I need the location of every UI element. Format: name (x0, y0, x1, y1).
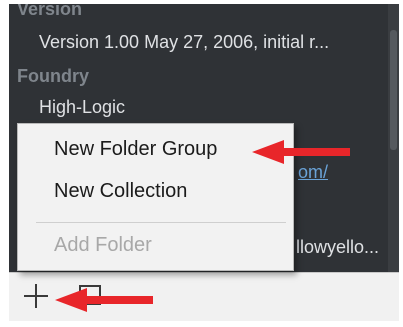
menu-item-add-folder: Add Folder (54, 234, 152, 256)
annotation-arrow-add-button (55, 288, 153, 312)
scroll-thumb[interactable] (390, 30, 397, 150)
menu-separator (36, 222, 286, 223)
version-label: Version (17, 4, 83, 19)
menu-item-new-folder-group[interactable]: New Folder Group (54, 138, 217, 161)
annotation-arrow-menu (252, 140, 350, 164)
version-value: Version 1.00 May 27, 2006, initial r... (39, 32, 330, 52)
menu-item-new-collection[interactable]: New Collection (54, 180, 187, 203)
foundry-label: Foundry (17, 66, 89, 86)
foundry-value: High-Logic (39, 97, 126, 117)
plus-icon[interactable] (23, 283, 49, 309)
truncated-text: llowyello... (296, 237, 380, 257)
panel-scrollbar[interactable] (388, 4, 399, 272)
